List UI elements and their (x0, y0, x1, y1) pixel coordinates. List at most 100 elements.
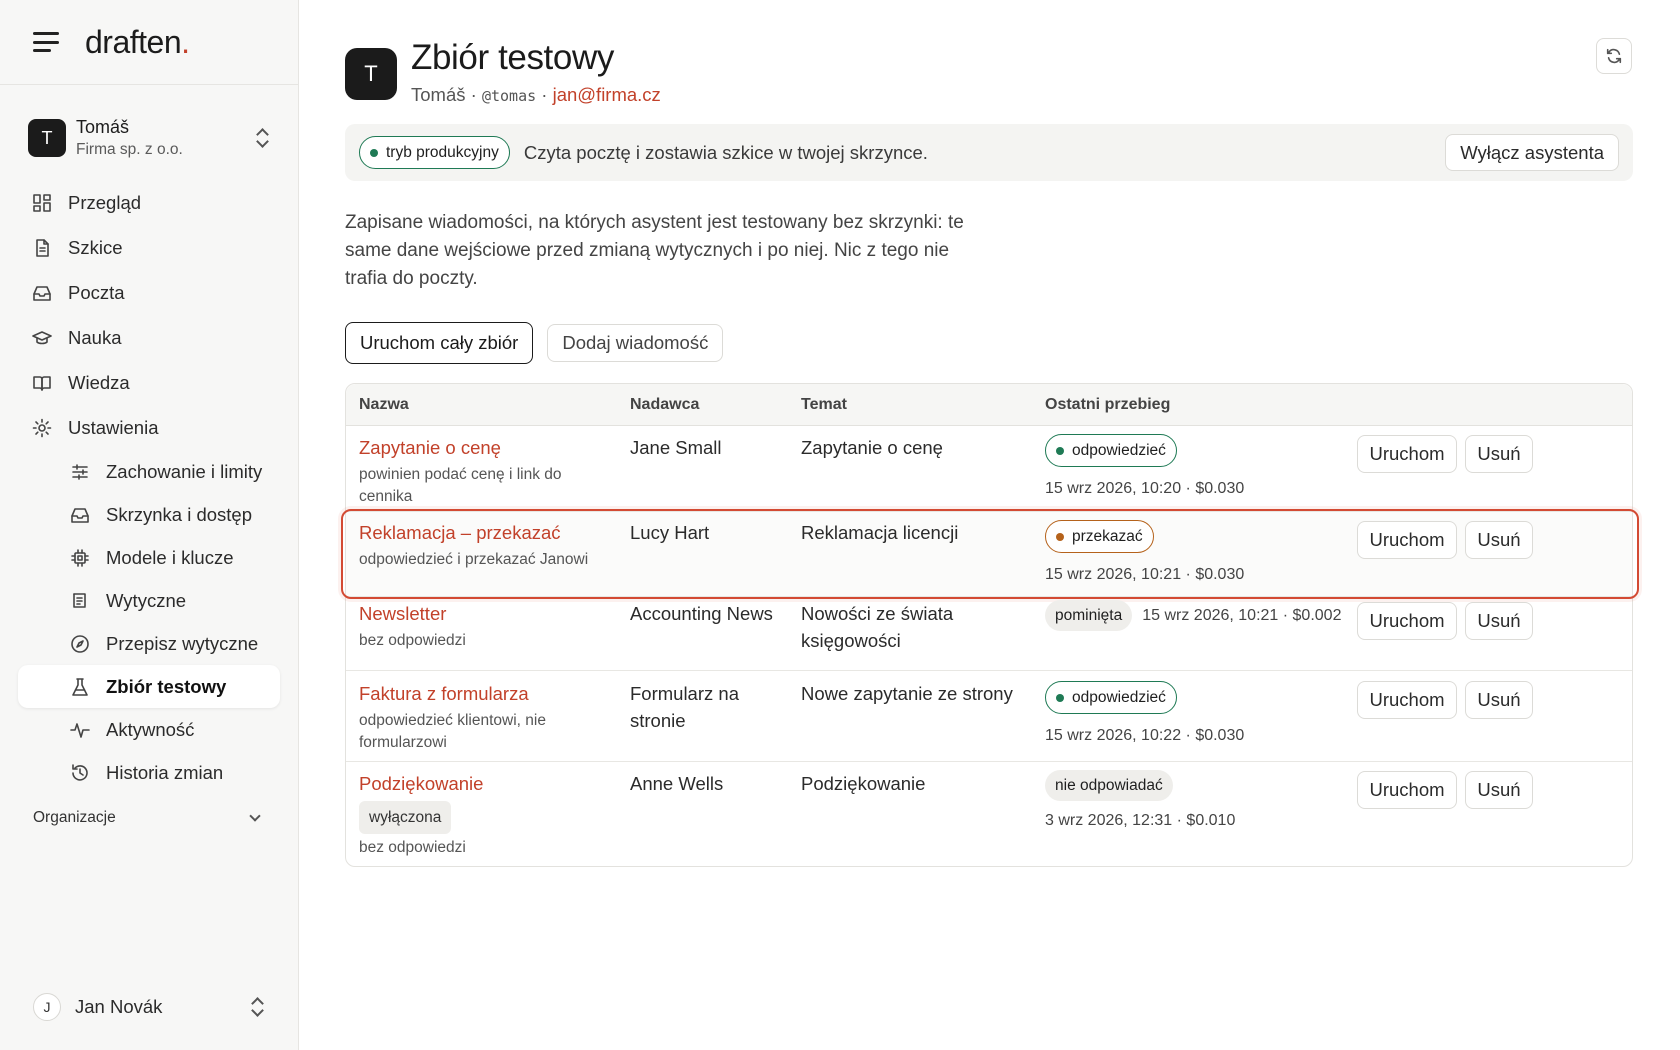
production-mode-badge: tryb produkcyjny (359, 136, 510, 169)
sliders-icon (70, 462, 90, 482)
row-name-link[interactable]: Reklamacja – przekazać (359, 519, 619, 546)
sidebar-item-poczta[interactable]: Poczta (18, 270, 280, 315)
history-icon (70, 763, 90, 783)
delete-button[interactable]: Usuń (1465, 602, 1533, 640)
table-header: Nazwa Nadawca Temat Ostatni przebieg (346, 384, 1632, 426)
dashboard-icon (32, 193, 52, 213)
delete-button[interactable]: Usuń (1465, 521, 1533, 559)
sidebar-nav: Przegląd Szkice Poczta Nauka Wiedza Usta… (18, 180, 280, 794)
sidebar-subitem-zachowanie[interactable]: Zachowanie i limity (18, 450, 280, 493)
page-title: Zbiór testowy (411, 38, 614, 77)
run-all-button[interactable]: Uruchom cały zbiór (345, 322, 534, 364)
run-button[interactable]: Uruchom (1357, 771, 1457, 809)
row-subject: Reklamacja licencji (801, 522, 959, 543)
sidebar-item-label: Wytyczne (106, 589, 187, 611)
refresh-button[interactable] (1596, 38, 1632, 74)
book-icon (32, 373, 52, 393)
table-row: Faktura z formularza odpowiedzieć klient… (346, 671, 1632, 762)
brand-bar: draften. (0, 0, 298, 85)
row-subject: Nowe zapytanie ze strony (801, 683, 1013, 704)
column-header-sender: Nadawca (630, 396, 700, 413)
menu-icon[interactable] (33, 32, 59, 52)
row-sender: Accounting News (630, 603, 773, 624)
sidebar-item-label: Nauka (68, 326, 122, 348)
column-header-last-run: Ostatni przebieg (1045, 396, 1171, 413)
sidebar-item-wiedza[interactable]: Wiedza (18, 360, 280, 405)
sidebar-subitem-zbior-testowy[interactable]: Zbiór testowy (18, 665, 280, 708)
sidebar-item-przeglad[interactable]: Przegląd (18, 180, 280, 225)
chip-icon (70, 548, 90, 568)
gear-icon (32, 418, 52, 438)
sidebar-item-szkice[interactable]: Szkice (18, 225, 280, 270)
compass-icon (70, 634, 90, 654)
owner-email-link[interactable]: jan@firma.cz (553, 84, 661, 105)
sidebar-item-label: Wiedza (68, 371, 130, 393)
inbox-icon (32, 283, 52, 303)
sidebar-item-label: Skrzynka i dostęp (106, 503, 253, 525)
logo[interactable]: draften. (85, 24, 190, 61)
main-content: T Zbiór testowy Tomáš · @tomas · jan@fir… (300, 0, 1680, 1050)
graduation-cap-icon (32, 328, 52, 348)
sidebar-item-ustawienia[interactable]: Ustawienia (18, 405, 280, 450)
row-subject: Nowości ze świata księgowości (801, 603, 954, 651)
row-note: bez odpowiedzi (359, 839, 466, 856)
page-subtitle: Tomáš · @tomas · jan@firma.cz (411, 84, 661, 105)
run-button[interactable]: Uruchom (1357, 602, 1457, 640)
user-menu[interactable]: J Jan Novák (33, 993, 265, 1021)
row-name-link[interactable]: Podziękowanie (359, 770, 599, 797)
delete-button[interactable]: Usuń (1465, 681, 1533, 719)
run-button[interactable]: Uruchom (1357, 681, 1457, 719)
sidebar-subitem-przepisz[interactable]: Przepisz wytyczne (18, 622, 280, 665)
column-header-name: Nazwa (359, 396, 409, 413)
status-badge: odpowiedzieć (1045, 681, 1177, 714)
table-row: Newsletter bez odpowiedzi Accounting New… (346, 597, 1632, 671)
document-icon (32, 238, 52, 258)
sidebar-item-label: Modele i klucze (106, 546, 234, 568)
run-meta: 15 wrz 2026, 10:21 · $0.030 (1045, 566, 1245, 583)
row-sender: Formularz na stronie (630, 683, 739, 731)
organizations-section-toggle[interactable]: Organizacje (33, 809, 265, 827)
status-dot-icon (370, 148, 378, 157)
sidebar-subitem-modele[interactable]: Modele i klucze (18, 536, 280, 579)
mode-description: Czyta pocztę i zostawia szkice w twojej … (523, 141, 928, 163)
sidebar-item-label: Historia zmian (106, 761, 224, 783)
user-name: Jan Novák (75, 996, 163, 1017)
sidebar-item-label: Zbiór testowy (106, 675, 227, 697)
sidebar-item-nauka[interactable]: Nauka (18, 315, 280, 360)
sidebar-subitem-wytyczne[interactable]: Wytyczne (18, 579, 280, 622)
sidebar-item-label: Zachowanie i limity (106, 460, 263, 482)
disable-assistant-button[interactable]: Wyłącz asystenta (1445, 134, 1619, 171)
table-row: Zapytanie o cenę powinien podać cenę i l… (346, 426, 1632, 512)
sidebar-item-label: Przepisz wytyczne (106, 632, 259, 654)
sidebar-subitem-aktywnosc[interactable]: Aktywność (18, 708, 280, 751)
row-name-link[interactable]: Zapytanie o cenę (359, 434, 599, 461)
chevron-up-down-icon (251, 997, 265, 1017)
column-header-subject: Temat (801, 396, 847, 413)
account-name: Tomáš (76, 117, 130, 137)
account-switcher[interactable]: T Tomáš Firma sp. z o.o. (18, 108, 280, 168)
status-dot-icon (1056, 446, 1064, 455)
test-set-table: Nazwa Nadawca Temat Ostatni przebieg Zap… (341, 383, 1639, 867)
delete-button[interactable]: Usuń (1465, 435, 1533, 473)
run-button[interactable]: Uruchom (1357, 521, 1457, 559)
run-button[interactable]: Uruchom (1357, 435, 1457, 473)
delete-button[interactable]: Usuń (1465, 771, 1533, 809)
page-avatar: T (345, 48, 397, 100)
row-subject: Podziękowanie (801, 773, 926, 794)
sidebar-item-label: Przegląd (68, 191, 142, 213)
sidebar-subitem-skrzynka[interactable]: Skrzynka i dostęp (18, 493, 280, 536)
status-badge: odpowiedzieć (1045, 434, 1177, 467)
table-row: Podziękowanie wyłączona bez odpowiedzi A… (346, 762, 1632, 862)
flask-icon (70, 677, 90, 697)
owner-handle: @tomas (481, 87, 537, 105)
add-message-button[interactable]: Dodaj wiadomość (547, 324, 724, 362)
scroll-icon (70, 591, 90, 611)
disabled-tag: wyłączona (359, 801, 452, 834)
row-sender: Anne Wells (630, 773, 724, 794)
row-name-link[interactable]: Faktura z formularza (359, 680, 599, 707)
row-name-link[interactable]: Newsletter (359, 600, 599, 627)
run-meta: 15 wrz 2026, 10:20 · $0.030 (1045, 480, 1245, 497)
sidebar-item-label: Aktywność (106, 718, 195, 740)
sidebar-subitem-historia[interactable]: Historia zmian (18, 751, 280, 794)
row-note: powinien podać cenę i link do cennika (359, 466, 562, 505)
